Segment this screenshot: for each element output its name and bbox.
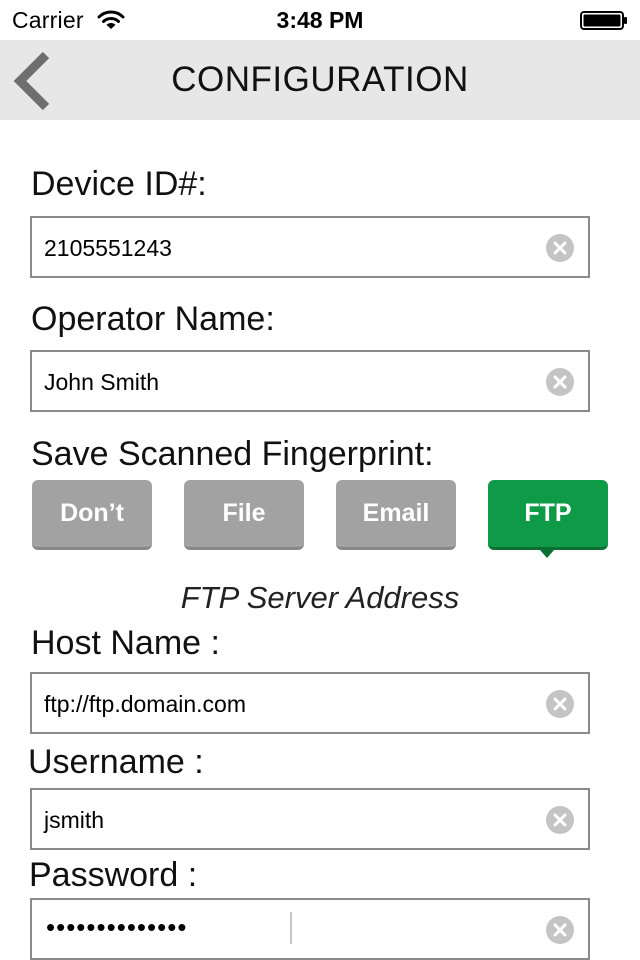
clear-icon[interactable] — [546, 234, 574, 262]
username-field[interactable]: jsmith — [30, 788, 590, 850]
device-id-label: Device ID#: — [31, 165, 207, 203]
option-ftp-button[interactable]: FTP — [488, 480, 608, 550]
navigation-bar: CONFIGURATION — [0, 40, 640, 120]
clear-icon[interactable] — [546, 690, 574, 718]
status-bar: Carrier 3:48 PM — [0, 0, 640, 40]
battery-icon — [580, 11, 627, 30]
password-label: Password : — [29, 856, 198, 894]
device-id-field[interactable]: 2105551243 — [30, 216, 590, 278]
option-email-button[interactable]: Email — [336, 480, 456, 550]
clear-icon[interactable] — [546, 916, 574, 944]
clear-icon[interactable] — [546, 806, 574, 834]
text-caret — [290, 912, 292, 944]
password-value: •••••••••••••• — [46, 912, 188, 942]
ftp-section-title: FTP Server Address — [180, 580, 460, 615]
selected-option-pointer — [540, 550, 554, 558]
save-fingerprint-label: Save Scanned Fingerprint: — [31, 435, 434, 473]
password-field[interactable]: •••••••••••••• — [30, 898, 590, 960]
clear-icon[interactable] — [546, 368, 574, 396]
host-name-value: ftp://ftp.domain.com — [44, 691, 246, 717]
host-name-label: Host Name : — [31, 624, 220, 662]
operator-name-value: John Smith — [44, 369, 160, 395]
device-id-value: 2105551243 — [44, 235, 172, 261]
status-time: 3:48 PM — [276, 7, 364, 33]
username-value: jsmith — [44, 807, 105, 833]
host-name-field[interactable]: ftp://ftp.domain.com — [30, 672, 590, 734]
option-dont-button[interactable]: Don’t — [32, 480, 152, 550]
operator-name-label: Operator Name: — [31, 300, 275, 338]
option-file-button[interactable]: File — [184, 480, 304, 550]
page-title: CONFIGURATION — [171, 60, 469, 99]
operator-name-field[interactable]: John Smith — [30, 350, 590, 412]
username-label: Username : — [28, 743, 204, 781]
